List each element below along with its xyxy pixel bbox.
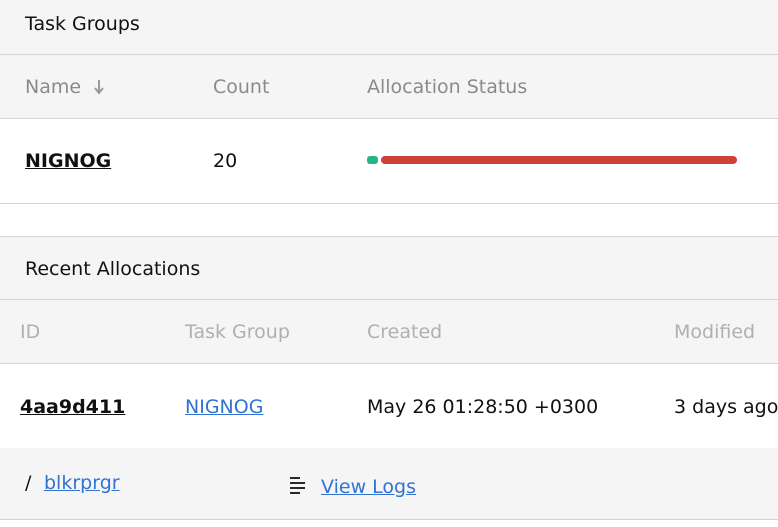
allocation-modified: 3 days ago <box>674 396 778 418</box>
task-groups-column-header: Name Count Allocation Status <box>0 55 778 119</box>
allocation-status-running-segment <box>367 156 378 164</box>
allocation-task-group-link[interactable]: NIGNOG <box>185 396 263 418</box>
task-group-count: 20 <box>213 150 238 172</box>
allocation-id-link[interactable]: 4aa9d411 <box>20 396 125 418</box>
recent-allocations-column-header: ID Task Group Created Modified <box>0 300 778 364</box>
task-name-link[interactable]: blkrprgr <box>44 472 120 494</box>
column-name[interactable]: Name <box>25 76 105 98</box>
allocation-status-failed-segment <box>381 156 737 164</box>
allocation-created: May 26 01:28:50 +0300 <box>367 396 599 418</box>
task-group-link[interactable]: NIGNOG <box>25 150 111 172</box>
task-separator: / <box>25 472 32 494</box>
column-task-group[interactable]: Task Group <box>185 321 290 343</box>
column-allocation-status[interactable]: Allocation Status <box>367 76 527 98</box>
sort-arrow-down-icon <box>94 80 104 95</box>
task-subrow: / blkrprgr View Logs <box>0 448 778 520</box>
recent-allocations-title: Recent Allocations <box>25 258 201 280</box>
column-created[interactable]: Created <box>367 321 442 343</box>
recent-allocations-header: Recent Allocations <box>0 236 778 300</box>
column-id[interactable]: ID <box>20 321 40 343</box>
task-groups-title: Task Groups <box>25 13 140 35</box>
view-logs-link[interactable]: View Logs <box>288 473 416 498</box>
task-groups-header: Task Groups <box>0 0 778 55</box>
view-logs-label[interactable]: View Logs <box>321 476 416 498</box>
column-count[interactable]: Count <box>213 76 269 98</box>
table-row[interactable]: 4aa9d411 NIGNOG May 26 01:28:50 +0300 3 … <box>0 364 778 448</box>
allocation-status-bar <box>367 156 737 164</box>
table-row[interactable]: NIGNOG 20 <box>0 119 778 204</box>
column-modified[interactable]: Modified <box>674 321 755 343</box>
logs-icon <box>290 477 305 494</box>
